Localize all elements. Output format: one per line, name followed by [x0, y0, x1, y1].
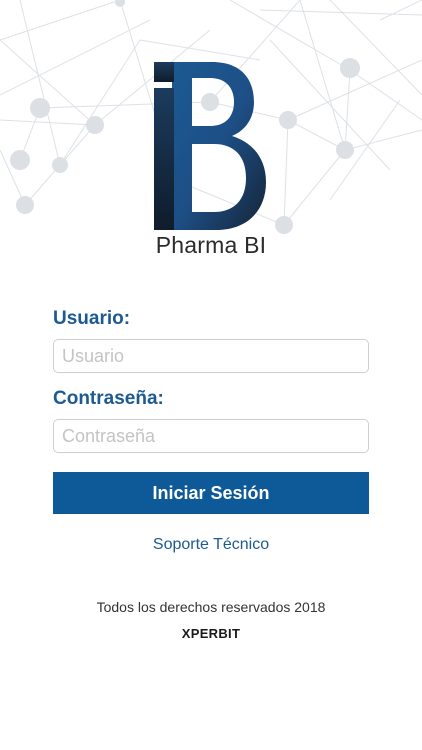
ib-logo	[154, 62, 266, 230]
company-name: XPERBIT	[181, 626, 241, 641]
support-link[interactable]: Soporte Técnico	[0, 536, 422, 554]
password-input[interactable]	[53, 419, 369, 453]
password-label: Contraseña:	[53, 388, 164, 409]
brand-name: Pharma BI	[155, 232, 267, 258]
copyright-text: Todos los derechos reservados 2018	[96, 599, 326, 615]
login-button[interactable]: Iniciar Sesión	[53, 472, 369, 514]
username-input[interactable]	[53, 339, 369, 373]
username-label: Usuario:	[53, 308, 131, 329]
